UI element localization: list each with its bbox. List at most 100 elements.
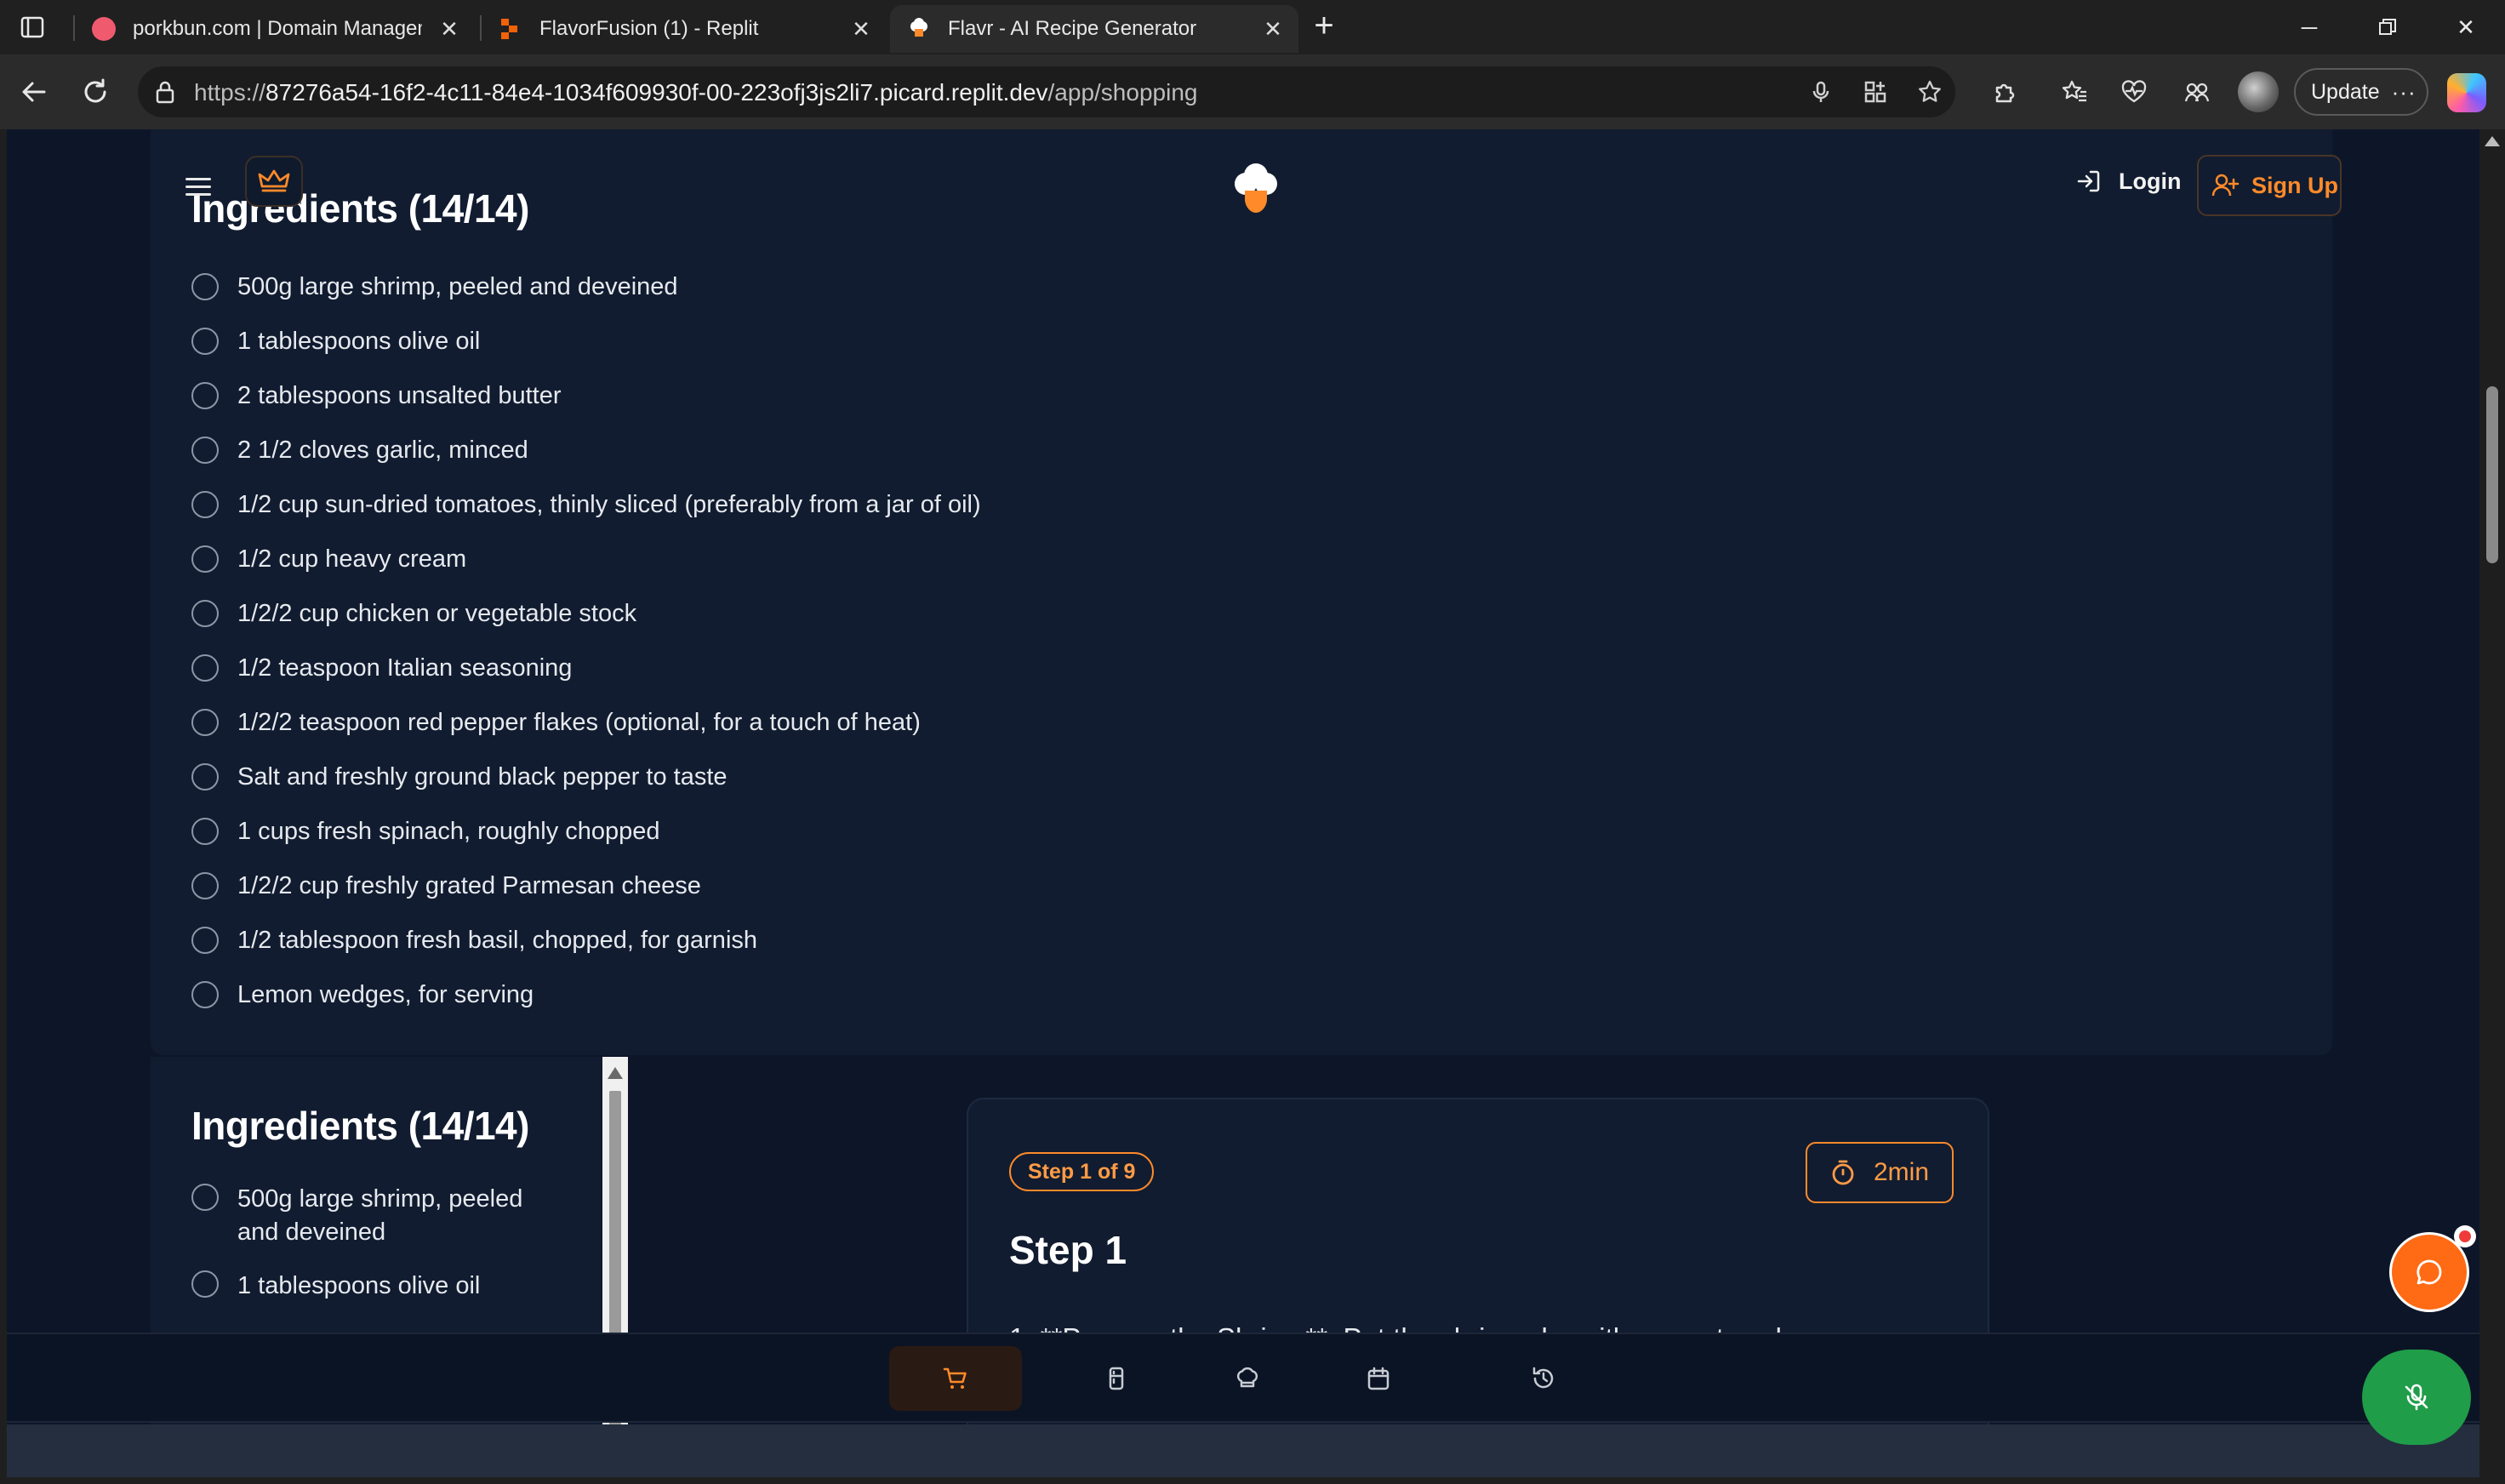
browser-tab-bar: porkbun.com | Domain Managem ✕ FlavorFus…: [0, 0, 2505, 54]
ingredient-item[interactable]: 1 cups fresh spinach, roughly chopped: [191, 817, 981, 848]
ingredient-item[interactable]: 1/2 cup sun-dried tomatoes, thinly slice…: [191, 490, 981, 521]
tab-close-icon[interactable]: ✕: [847, 15, 875, 43]
ingredient-checkbox[interactable]: [191, 600, 219, 627]
page-viewport: Ingredients (14/14) 500g large shrimp, p…: [7, 129, 2479, 1477]
update-label: Update: [2311, 79, 2380, 104]
ingredient-label: 1 tablespoons olive oil: [237, 328, 481, 355]
ingredient-checkbox[interactable]: [191, 763, 219, 791]
microphone-icon[interactable]: [1807, 78, 1835, 106]
ingredient-checkbox[interactable]: [191, 927, 219, 954]
tab-close-icon[interactable]: ✕: [1259, 15, 1287, 43]
tab-flavr[interactable]: Flavr - AI Recipe Generator ✕: [890, 5, 1298, 53]
ingredient-checkbox[interactable]: [191, 818, 219, 845]
minimize-icon[interactable]: ─: [2284, 10, 2335, 44]
favorites-icon[interactable]: [2056, 73, 2093, 111]
url-path: /app/shopping: [1047, 79, 1198, 106]
nav-history[interactable]: [1477, 1346, 1610, 1411]
browser-toolbar: https://87276a54-16f2-4c11-84e4-1034f609…: [0, 54, 2505, 129]
ingredient-label: 1 cups fresh spinach, roughly chopped: [237, 818, 660, 845]
bottom-navigation: [7, 1333, 2479, 1423]
ingredient-checkbox[interactable]: [191, 1184, 219, 1211]
ingredient-label: 500g large shrimp, peeled and deveined: [237, 273, 678, 300]
mic-off-icon: [2405, 1384, 2428, 1411]
ingredient-item[interactable]: 2 1/2 cloves garlic, minced: [191, 436, 981, 466]
login-button[interactable]: Login: [2074, 167, 2181, 196]
login-icon: [2077, 170, 2100, 192]
favorite-star-icon[interactable]: [1916, 78, 1943, 106]
ingredient-label: 1/2/2 teaspoon red pepper flakes (option…: [237, 709, 921, 736]
nav-pantry[interactable]: [1050, 1346, 1183, 1411]
copilot-icon[interactable]: [2447, 73, 2486, 112]
ingredient-checkbox[interactable]: [191, 545, 219, 573]
side-ingredients-title: Ingredients (14/14): [191, 1104, 529, 1148]
nav-recipes[interactable]: [1181, 1346, 1314, 1411]
ingredient-item[interactable]: 1/2 teaspoon Italian seasoning: [191, 654, 981, 684]
nav-meal-planner[interactable]: [1312, 1346, 1445, 1411]
collections-icon[interactable]: [2178, 73, 2216, 111]
profile-avatar[interactable]: [2238, 71, 2279, 112]
flavr-logo-icon[interactable]: [1230, 163, 1281, 218]
tab-actions-icon[interactable]: [15, 12, 49, 43]
side-ingredient-item[interactable]: 500g large shrimp, peeled and deveined: [191, 1183, 566, 1249]
timer-button[interactable]: 2min: [1806, 1142, 1954, 1203]
voice-mic-button[interactable]: [2362, 1350, 2471, 1445]
cart-icon: [943, 1367, 967, 1389]
ingredient-checkbox[interactable]: [191, 654, 219, 682]
ingredient-label: 1/2 cup sun-dried tomatoes, thinly slice…: [237, 491, 981, 518]
address-bar[interactable]: https://87276a54-16f2-4c11-84e4-1034f609…: [138, 66, 1955, 117]
premium-crown-button[interactable]: [245, 156, 303, 207]
side-ingredient-item[interactable]: 1 tablespoons olive oil: [191, 1270, 566, 1303]
tab-replit[interactable]: FlavorFusion (1) - Replit ✕: [482, 5, 887, 53]
site-info-icon[interactable]: [151, 78, 179, 106]
tab-porkbun[interactable]: porkbun.com | Domain Managem ✕: [75, 5, 475, 53]
scroll-up-arrow-icon[interactable]: [2485, 136, 2500, 146]
ingredient-item[interactable]: Salt and freshly ground black pepper to …: [191, 762, 981, 793]
ingredient-item[interactable]: 1/2/2 cup chicken or vegetable stock: [191, 599, 981, 630]
ingredient-checkbox[interactable]: [191, 328, 219, 355]
nav-shopping-cart[interactable]: [889, 1346, 1022, 1411]
page-scrollbar[interactable]: [2479, 129, 2505, 1484]
ingredient-label: Lemon wedges, for serving: [237, 981, 534, 1008]
back-icon[interactable]: [15, 73, 53, 111]
url-host: 87276a54-16f2-4c11-84e4-1034f609930f-00-…: [265, 79, 1048, 106]
ingredient-label: 1 tablespoons olive oil: [237, 1272, 481, 1299]
ingredient-checkbox[interactable]: [191, 1270, 219, 1298]
ingredient-checkbox[interactable]: [191, 382, 219, 409]
restore-icon[interactable]: [2362, 10, 2413, 44]
tab-close-icon[interactable]: ✕: [436, 15, 463, 43]
ingredients-list: 500g large shrimp, peeled and deveined 1 …: [191, 272, 981, 1035]
menu-icon[interactable]: [185, 178, 211, 198]
more-options-icon[interactable]: ···: [2392, 79, 2417, 106]
close-window-icon[interactable]: ✕: [2440, 10, 2491, 44]
update-button[interactable]: Update ···: [2294, 68, 2428, 116]
ingredient-label: 1/2/2 cup freshly grated Parmesan cheese: [237, 872, 701, 899]
ingredient-checkbox[interactable]: [191, 273, 219, 300]
ingredient-item[interactable]: 2 tablespoons unsalted butter: [191, 381, 981, 412]
signup-button[interactable]: Sign Up: [2197, 155, 2342, 216]
tab-title: Flavr - AI Recipe Generator: [948, 17, 1197, 40]
timer-label: 2min: [1874, 1158, 1930, 1186]
replit-favicon-icon: [499, 17, 522, 41]
ingredient-item[interactable]: 1/2 tablespoon fresh basil, chopped, for…: [191, 926, 981, 956]
reload-icon[interactable]: [77, 73, 114, 111]
ingredient-checkbox[interactable]: [191, 872, 219, 899]
ingredient-checkbox[interactable]: [191, 709, 219, 736]
app-available-icon[interactable]: [1862, 78, 1889, 106]
ingredient-checkbox[interactable]: [191, 491, 219, 518]
ingredient-item[interactable]: 1/2/2 cup freshly grated Parmesan cheese: [191, 871, 981, 902]
ingredient-item[interactable]: 1/2 cup heavy cream: [191, 545, 981, 575]
scroll-up-arrow-icon[interactable]: [608, 1067, 623, 1079]
side-ingredients-list: 500g large shrimp, peeled and deveined 1 …: [191, 1183, 566, 1323]
ingredient-checkbox[interactable]: [191, 981, 219, 1008]
scrollbar-thumb[interactable]: [2486, 386, 2498, 563]
ingredient-item[interactable]: Lemon wedges, for serving: [191, 980, 981, 1011]
ingredient-checkbox[interactable]: [191, 437, 219, 464]
ingredient-label: 1/2 tablespoon fresh basil, chopped, for…: [237, 927, 758, 954]
new-tab-icon[interactable]: +: [1307, 9, 1341, 44]
ingredient-item[interactable]: 1/2/2 teaspoon red pepper flakes (option…: [191, 708, 981, 739]
ingredient-item[interactable]: 1 tablespoons olive oil: [191, 327, 981, 357]
extensions-icon[interactable]: [1986, 73, 2023, 111]
ingredient-item[interactable]: 500g large shrimp, peeled and deveined: [191, 272, 981, 303]
browser-essentials-icon[interactable]: [2115, 73, 2153, 111]
calendar-icon: [1367, 1367, 1389, 1390]
